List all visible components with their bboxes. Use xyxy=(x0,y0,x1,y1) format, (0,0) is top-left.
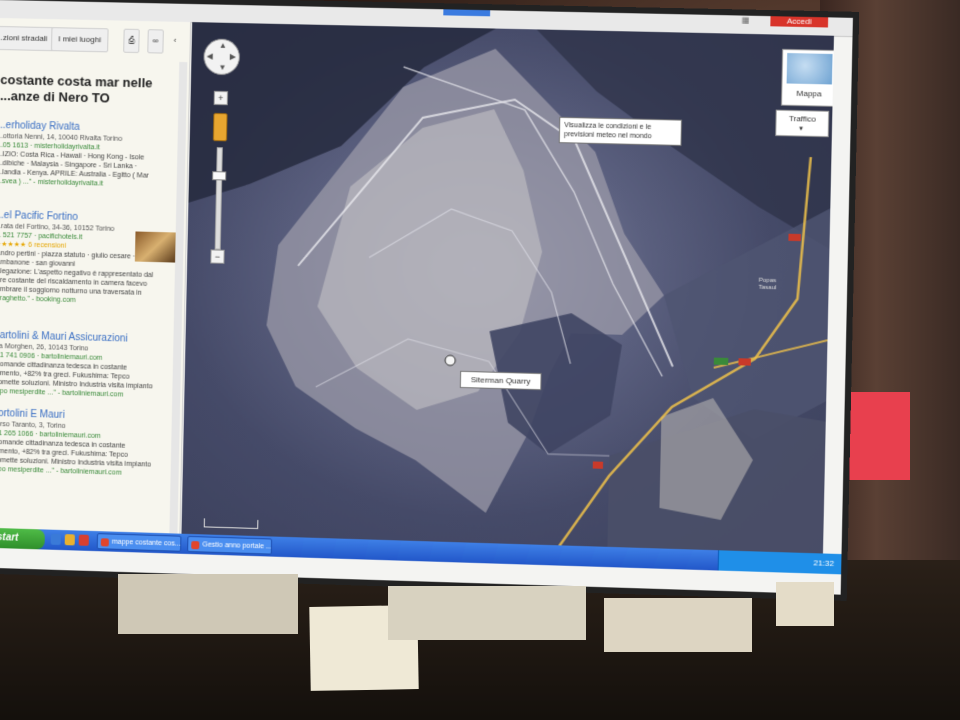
print-icon[interactable]: ⎙ xyxy=(123,28,141,54)
tab-directions[interactable]: ...zioni stradali xyxy=(0,25,55,52)
traffic-button[interactable]: Traffico ▼ xyxy=(775,109,830,138)
search-results-title: costante costa mar nelle ...anze di Nero… xyxy=(0,72,181,108)
result-item[interactable]: ...erholiday Rivalta ...ottoria Nenni, 1… xyxy=(0,120,180,190)
sticky-note xyxy=(118,574,298,634)
tooltip-line: previsioni meteo nel mondo xyxy=(563,131,652,141)
sticky-note xyxy=(388,586,586,640)
result-item[interactable]: Bartolini & Mauri Assicurazioni Via Morg… xyxy=(0,330,176,401)
browser-icon[interactable] xyxy=(78,534,89,546)
pan-left-icon[interactable]: ◀ xyxy=(207,52,213,61)
zoom-slider-handle[interactable] xyxy=(212,171,227,181)
search-button[interactable] xyxy=(443,9,491,17)
system-tray[interactable]: 21:32 xyxy=(717,550,843,575)
apps-grid-icon[interactable]: ▦ xyxy=(742,16,757,25)
weather-tooltip: Visualizza le condizioni e le previsioni… xyxy=(558,116,683,146)
tab-my-places[interactable]: I miei luoghi xyxy=(50,27,109,53)
hotel-thumbnail[interactable] xyxy=(134,231,176,263)
desktop-icon[interactable] xyxy=(50,533,61,546)
sticky-note xyxy=(776,582,834,626)
result-item[interactable]: Bortolini E Mauri Corso Taranto, 3, Tori… xyxy=(0,408,174,479)
results-sidebar: ...zioni stradali I miei luoghi ⎙ ∞ ‹ co… xyxy=(0,17,192,534)
start-button[interactable]: start xyxy=(0,527,45,550)
clock[interactable]: 21:32 xyxy=(813,553,834,574)
task-label: mappe costante cos... xyxy=(111,538,181,548)
traffic-label: Traffico xyxy=(788,113,816,124)
taskbar-window-portal[interactable]: Gestio anno portale ... xyxy=(187,535,273,555)
map-layer-switcher[interactable]: Mappa xyxy=(780,48,834,107)
place-label[interactable]: Popas Tasaul xyxy=(758,278,777,293)
map-imagery xyxy=(188,22,834,574)
satellite-map[interactable]: Popas Tasaul ▲ ▼ ◀ ▶ + − Mappa Traffico … xyxy=(181,22,834,574)
layer-label[interactable]: Mappa xyxy=(782,88,834,99)
monitor-screen: ▦ Accedi ...zioni stradali I miei luoghi… xyxy=(0,0,853,595)
place-label-line: Tasaul xyxy=(758,284,777,292)
folder-icon[interactable] xyxy=(64,534,75,546)
collapse-icon[interactable]: ‹ xyxy=(171,30,178,52)
pan-right-icon[interactable]: ▶ xyxy=(230,52,236,61)
pan-up-icon[interactable]: ▲ xyxy=(219,41,227,50)
task-label: Gestio anno portale ... xyxy=(202,541,272,551)
place-tooltip[interactable]: Siterman Quarry xyxy=(459,370,542,391)
link-icon[interactable]: ∞ xyxy=(147,29,164,54)
street-view-pegman-icon[interactable] xyxy=(212,112,228,142)
chevron-down-icon: ▼ xyxy=(797,126,805,133)
sticky-note xyxy=(604,598,752,652)
pan-down-icon[interactable]: ▼ xyxy=(218,63,226,72)
window-icon xyxy=(100,538,109,547)
globe-icon xyxy=(786,53,833,85)
title-line: ...anze di Nero TO xyxy=(0,88,110,106)
map-scale-bar xyxy=(203,518,259,530)
window-icon xyxy=(191,541,200,550)
zoom-in-button[interactable]: + xyxy=(213,90,229,106)
taskbar-window-maps[interactable]: mappe costante cos... xyxy=(96,533,182,552)
sidebar-tabs: ...zioni stradali I miei luoghi ⎙ ∞ ‹ xyxy=(0,25,190,56)
road-badge-icon xyxy=(713,357,729,366)
zoom-out-button[interactable]: − xyxy=(210,249,225,264)
signin-button[interactable]: Accedi xyxy=(770,16,829,28)
